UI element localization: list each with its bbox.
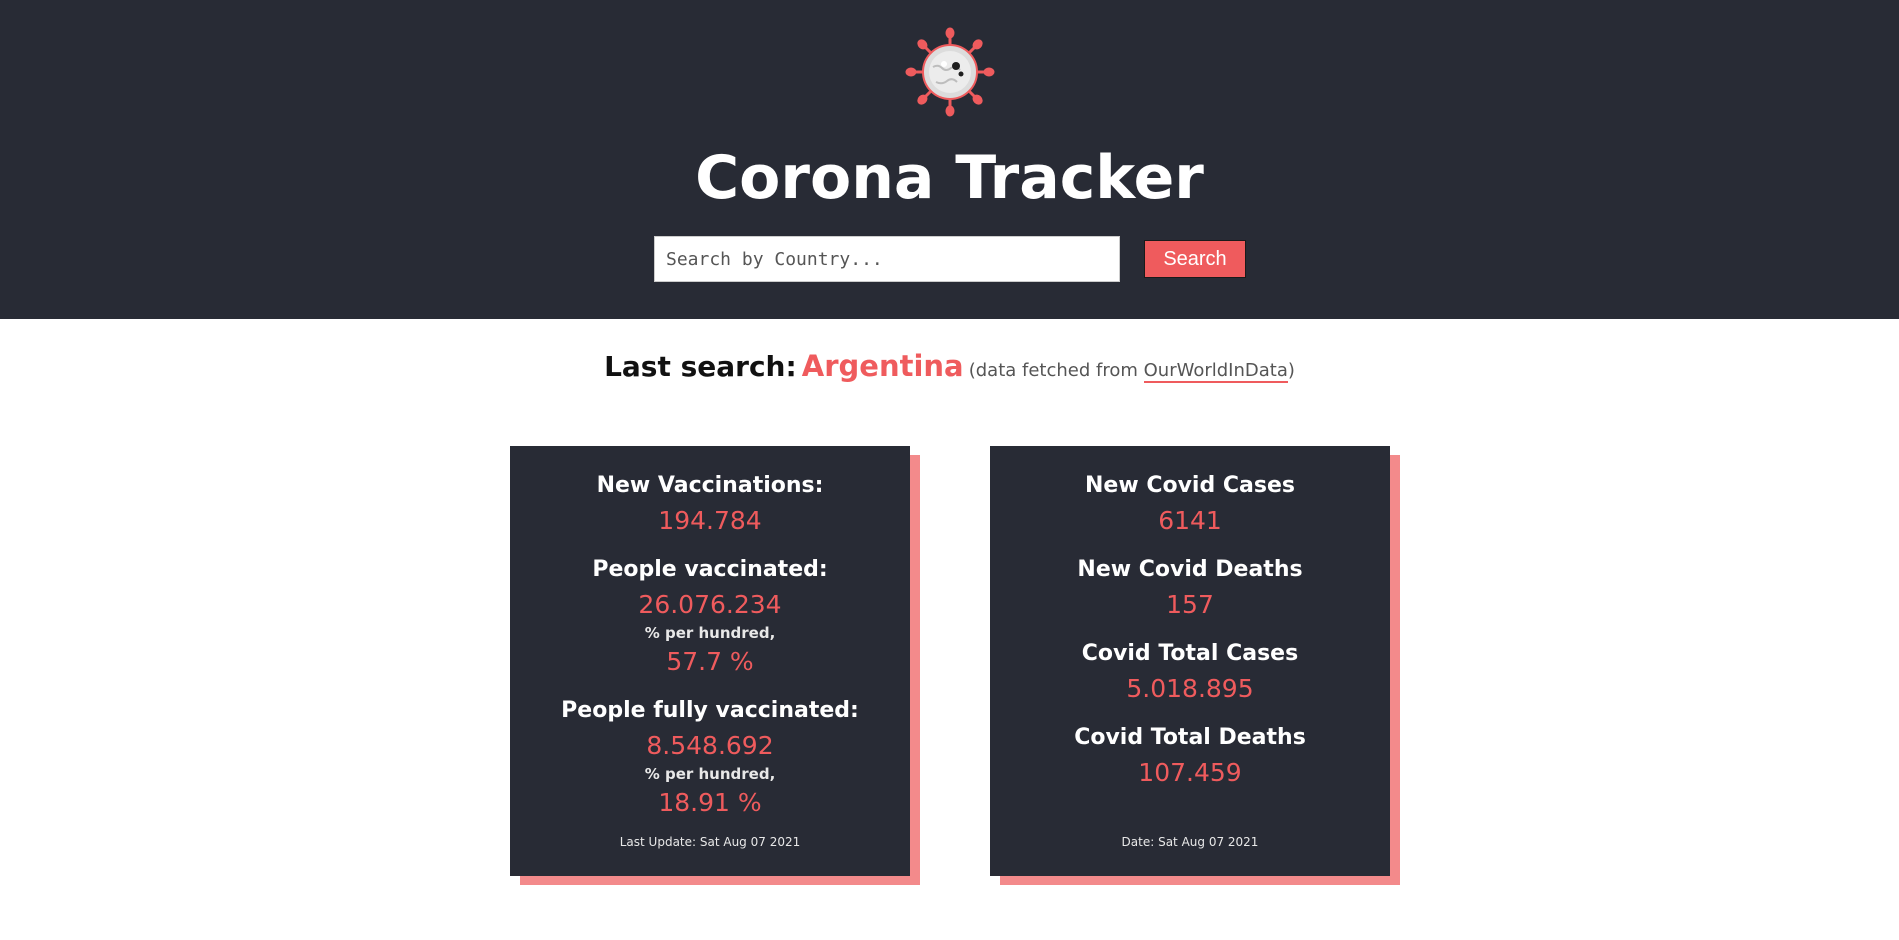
- fully-vaccinated-percent: 18.91 %: [658, 788, 762, 817]
- new-vaccinations-value: 194.784: [658, 506, 762, 535]
- search-input[interactable]: [654, 236, 1120, 282]
- people-vaccinated-value: 26.076.234: [638, 590, 782, 619]
- new-cases-value: 6141: [1158, 506, 1222, 535]
- new-deaths-value: 157: [1166, 590, 1214, 619]
- app-header: Corona Tracker Search: [0, 0, 1899, 319]
- last-search-country: Argentina: [801, 349, 964, 383]
- total-cases-value: 5.018.895: [1126, 674, 1254, 703]
- data-source-note: (data fetched from OurWorldInData): [969, 360, 1295, 383]
- fully-vaccinated-per-hundred-label: % per hundred,: [644, 765, 776, 783]
- cases-card: New Covid Cases 6141 New Covid Deaths 15…: [990, 446, 1390, 876]
- total-deaths-value: 107.459: [1138, 758, 1242, 787]
- date-text: Date: Sat Aug 07 2021: [1121, 835, 1259, 849]
- data-source-link[interactable]: OurWorldInData: [1143, 360, 1288, 383]
- last-update-text: Last Update: Sat Aug 07 2021: [619, 835, 801, 849]
- search-button[interactable]: Search: [1144, 240, 1246, 278]
- total-deaths-label: Covid Total Deaths: [1074, 725, 1306, 750]
- new-vaccinations-label: New Vaccinations:: [596, 473, 824, 498]
- last-search-label: Last search:: [604, 350, 797, 383]
- fully-vaccinated-value: 8.548.692: [646, 731, 774, 760]
- virus-icon: [905, 27, 995, 117]
- new-deaths-label: New Covid Deaths: [1077, 557, 1303, 582]
- fully-vaccinated-label: People fully vaccinated:: [561, 698, 859, 723]
- people-vaccinated-per-hundred-label: % per hundred,: [644, 624, 776, 642]
- new-cases-label: New Covid Cases: [1085, 473, 1295, 498]
- data-source-suffix: ): [1287, 360, 1295, 381]
- data-source-prefix: (data fetched from: [968, 360, 1144, 381]
- app-title: Corona Tracker: [695, 143, 1204, 213]
- vaccination-card: New Vaccinations: 194.784 People vaccina…: [510, 446, 910, 876]
- people-vaccinated-percent: 57.7 %: [666, 647, 754, 676]
- total-cases-label: Covid Total Cases: [1081, 641, 1299, 666]
- last-search-line: Last search: Argentina (data fetched fro…: [0, 349, 1899, 383]
- people-vaccinated-label: People vaccinated:: [592, 557, 828, 582]
